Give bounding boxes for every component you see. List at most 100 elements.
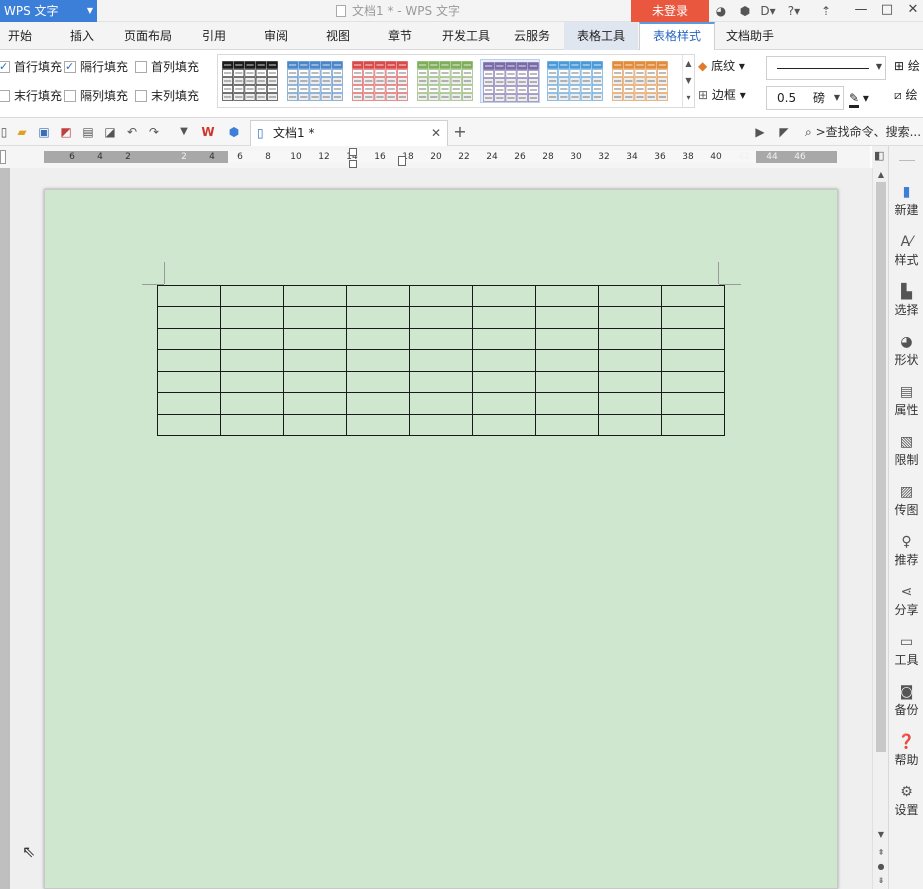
option-last-row[interactable]: 末行填充 — [0, 88, 62, 104]
right-indent-marker[interactable] — [398, 156, 406, 166]
minimize-button[interactable]: — — [848, 0, 874, 22]
panel-item-properties[interactable]: ▤ 属性 — [889, 382, 923, 426]
panel-item-tools[interactable]: ▭ 工具 — [889, 632, 923, 676]
table-style-item[interactable] — [350, 59, 410, 103]
panel-item-style[interactable]: A⁄ 样式 — [889, 232, 923, 276]
table-cell[interactable] — [409, 306, 473, 329]
table-cell[interactable] — [472, 327, 536, 351]
checkbox[interactable] — [64, 59, 76, 75]
scroll-up-icon[interactable]: ▲ — [873, 170, 889, 179]
table-cell[interactable] — [346, 306, 410, 329]
option-banded-rows[interactable]: 隔行填充 — [64, 59, 128, 75]
tab-view[interactable]: 视图 — [326, 22, 350, 50]
redo-icon[interactable]: ↷ — [146, 124, 162, 140]
table-cell[interactable] — [283, 284, 347, 308]
maximize-button[interactable]: □ — [874, 0, 900, 22]
table-cell[interactable] — [661, 370, 725, 394]
tab-table-style[interactable]: 表格样式 — [639, 22, 716, 51]
table-cell[interactable] — [346, 284, 410, 308]
table-cell[interactable] — [157, 306, 221, 329]
next-page-icon[interactable]: ⇟ — [873, 876, 889, 885]
print-icon[interactable]: ▤ — [80, 124, 96, 140]
table-cell[interactable] — [346, 370, 410, 394]
command-search[interactable]: ⌕ >查找命令、搜索... — [805, 123, 921, 140]
cloud-cube-icon[interactable]: ⬢ — [226, 124, 242, 140]
panel-item-help[interactable]: ❓ 帮助 — [889, 732, 923, 776]
undo-icon[interactable]: ↶ — [124, 124, 140, 140]
table-cell[interactable] — [472, 349, 536, 372]
screen-icon[interactable]: ▶ — [752, 124, 768, 140]
login-button[interactable]: 未登录 — [631, 0, 709, 22]
scrollbar-thumb[interactable] — [876, 182, 886, 752]
table-cell[interactable] — [472, 370, 536, 394]
new-file-icon[interactable]: ▯ — [0, 124, 12, 140]
table-cell[interactable] — [598, 370, 662, 394]
shading-button[interactable]: ◆ 底纹 ▾ — [698, 57, 745, 75]
table-cell[interactable] — [598, 284, 662, 308]
table-cell[interactable] — [472, 306, 536, 329]
table-cell[interactable] — [409, 370, 473, 394]
tab-doc-assistant[interactable]: 文档助手 — [726, 22, 774, 50]
table-cell[interactable] — [661, 413, 725, 437]
table-cell[interactable] — [157, 392, 221, 415]
option-first-row[interactable]: 首行填充 — [0, 59, 62, 75]
checkbox[interactable] — [64, 90, 76, 102]
print-preview-icon[interactable]: ◪ — [102, 124, 118, 140]
tab-page-layout[interactable]: 页面布局 — [124, 22, 172, 50]
table-cell[interactable] — [409, 413, 473, 437]
horizontal-ruler[interactable]: 6 4 2 2 4 6 8 10 12 14 16 18 20 22 24 26… — [44, 151, 837, 163]
table-cell[interactable] — [409, 392, 473, 415]
pen-color-button[interactable]: ✎ ▾ — [849, 89, 869, 108]
help-icon[interactable]: ?▾ — [786, 3, 802, 19]
table-cell[interactable] — [157, 413, 221, 437]
table-cell[interactable] — [157, 284, 221, 308]
table-cell[interactable] — [472, 413, 536, 437]
table-cell[interactable] — [346, 349, 410, 372]
table-cell[interactable] — [346, 327, 410, 351]
table-style-item[interactable] — [610, 59, 670, 103]
wps-logo-icon[interactable]: W — [200, 124, 216, 140]
table-cell[interactable] — [157, 370, 221, 394]
chevron-up-icon[interactable]: ▲ — [683, 55, 694, 72]
tab-insert[interactable]: 插入 — [70, 22, 94, 50]
table-cell[interactable] — [661, 349, 725, 372]
table-style-item[interactable] — [480, 59, 540, 103]
table-cell[interactable] — [220, 327, 284, 351]
tab-section[interactable]: 章节 — [388, 22, 412, 50]
gallery-expand-icon[interactable]: ▾ — [683, 89, 694, 106]
table-cell[interactable] — [220, 370, 284, 394]
panel-item-shape[interactable]: ◕ 形状 — [889, 332, 923, 376]
tab-references[interactable]: 引用 — [202, 22, 226, 50]
table-cell[interactable] — [535, 392, 599, 415]
save-icon[interactable]: ▣ — [36, 124, 52, 140]
tab-developer[interactable]: 开发工具 — [442, 22, 490, 50]
panel-item-settings[interactable]: ⚙ 设置 — [889, 782, 923, 826]
table-cell[interactable] — [598, 349, 662, 372]
checkbox[interactable] — [0, 90, 10, 102]
open-folder-icon[interactable]: ▰ — [14, 124, 30, 140]
table-cell[interactable] — [598, 413, 662, 437]
select-browse-icon[interactable]: ● — [873, 862, 889, 871]
checkbox[interactable] — [135, 61, 147, 73]
panel-item-new[interactable]: ▮ 新建 — [889, 182, 923, 226]
table-cell[interactable] — [283, 413, 347, 437]
table-cell[interactable] — [472, 284, 536, 308]
table-cell[interactable] — [661, 392, 725, 415]
tab-review[interactable]: 审阅 — [264, 22, 288, 50]
export-pdf-icon[interactable]: ◩ — [58, 124, 74, 140]
skin-icon[interactable]: ◕ — [713, 3, 729, 19]
panel-item-share[interactable]: ⋖ 分享 — [889, 582, 923, 626]
line-width-select[interactable]: 0.5 磅 ▼ — [766, 86, 844, 110]
table-cell[interactable] — [661, 306, 725, 329]
panel-item-restrict[interactable]: ▧ 限制 — [889, 432, 923, 476]
table-cell[interactable] — [220, 284, 284, 308]
table-cell[interactable] — [472, 392, 536, 415]
table-cell[interactable] — [220, 413, 284, 437]
table-cell[interactable] — [598, 327, 662, 351]
table-cell[interactable] — [598, 306, 662, 329]
document-table[interactable] — [157, 284, 725, 437]
table-cell[interactable] — [535, 306, 599, 329]
tab-cloud[interactable]: 云服务 — [514, 22, 550, 50]
panel-item-select[interactable]: ▙ 选择 — [889, 282, 923, 326]
border-button[interactable]: ⊞ 边框 ▾ — [698, 86, 746, 104]
